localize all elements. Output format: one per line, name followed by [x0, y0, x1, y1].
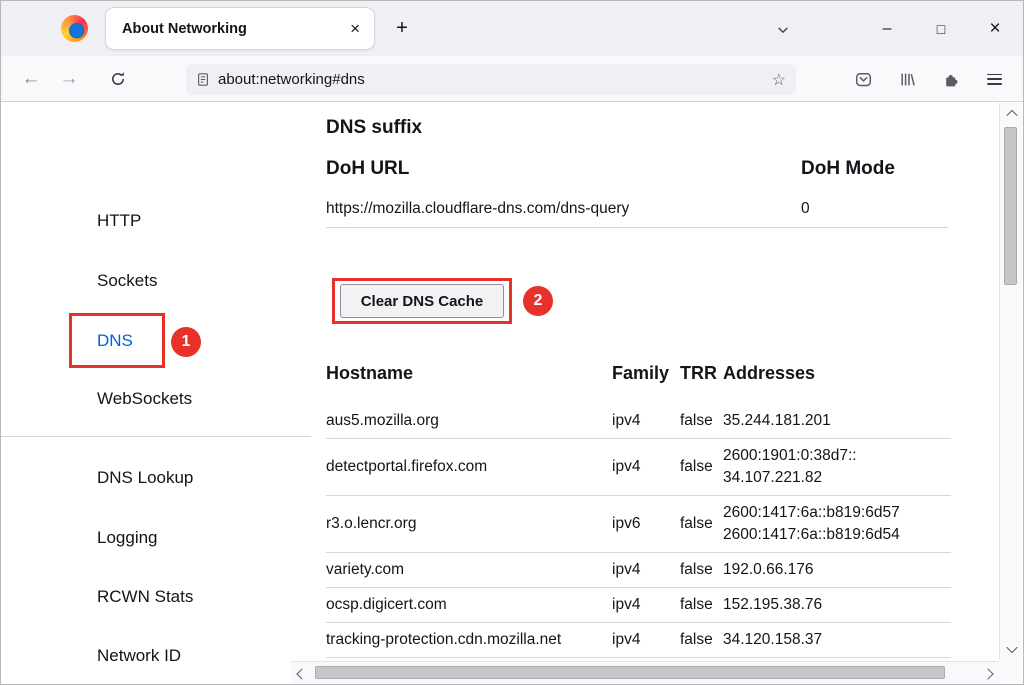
new-tab-button[interactable]: + — [387, 13, 417, 43]
tab-list-chevron-icon[interactable] — [771, 18, 795, 42]
horizontal-scrollbar[interactable] — [291, 661, 999, 685]
menu-icon[interactable] — [982, 67, 1006, 91]
cell-addresses: 2600:1901:0:38d7:: 34.107.221.82 — [723, 439, 951, 496]
cell-family: ipv4 — [612, 439, 680, 496]
reload-icon[interactable] — [102, 56, 134, 101]
cell-family: ipv4 — [612, 404, 680, 439]
table-row: aus5.mozilla.org ipv4 false 35.244.181.2… — [326, 404, 951, 439]
vertical-scrollbar-thumb[interactable] — [1004, 127, 1017, 285]
cell-family: ipv4 — [612, 588, 680, 623]
cell-family: ipv4 — [612, 553, 680, 588]
horizontal-scrollbar-thumb[interactable] — [315, 666, 945, 679]
url-bar[interactable]: about:networking#dns ☆ — [186, 64, 796, 95]
table-row: r3.o.lencr.org ipv6 false 2600:1417:6a::… — [326, 496, 951, 553]
window-minimize-button[interactable]: – — [863, 1, 911, 56]
doh-url-label: DoH URL — [326, 158, 409, 180]
pocket-icon[interactable] — [851, 67, 875, 91]
header-hostname: Hostname — [326, 363, 612, 404]
sidebar-item-sockets[interactable]: Sockets — [97, 267, 157, 295]
cell-addresses: 192.0.66.176 — [723, 553, 951, 588]
table-row: variety.com ipv4 false 192.0.66.176 — [326, 553, 951, 588]
table-row: tracking-protection.cdn.mozilla.net ipv4… — [326, 623, 951, 658]
scroll-down-icon[interactable] — [1000, 638, 1023, 660]
firefox-icon[interactable] — [61, 15, 88, 42]
navigation-bar: ← → about:networking#dns ☆ — [1, 56, 1023, 102]
window-maximize-button[interactable]: □ — [917, 1, 965, 56]
sidebar-item-http[interactable]: HTTP — [97, 207, 141, 235]
table-header-row: Hostname Family TRR Addresses — [326, 363, 951, 404]
annotation-box-dns — [69, 313, 165, 368]
cell-trr: false — [680, 553, 723, 588]
annotation-box-clear-button — [332, 278, 512, 324]
doh-url-value: https://mozilla.cloudflare-dns.com/dns-q… — [326, 200, 629, 218]
tab-title: About Networking — [122, 21, 348, 37]
cell-hostname: detectportal.firefox.com — [326, 439, 612, 496]
sidebar-item-websockets[interactable]: WebSockets — [97, 385, 192, 413]
sidebar-divider — [1, 436, 311, 437]
cell-trr: false — [680, 496, 723, 553]
forward-icon[interactable]: → — [53, 56, 85, 101]
cell-addresses: 35.244.181.201 — [723, 404, 951, 439]
dns-cache-table: Hostname Family TRR Addresses aus5.mozil… — [326, 363, 951, 658]
sidebar-item-rcwn-stats[interactable]: RCWN Stats — [97, 583, 193, 611]
tab-about-networking[interactable]: About Networking × — [106, 8, 374, 49]
header-addresses: Addresses — [723, 363, 951, 404]
cell-trr: false — [680, 439, 723, 496]
cell-addresses: 2600:1417:6a::b819:6d57 2600:1417:6a::b8… — [723, 496, 951, 553]
sidebar-item-network-id[interactable]: Network ID — [97, 642, 181, 670]
cell-family: ipv6 — [612, 496, 680, 553]
sidebar-item-dns-lookup[interactable]: DNS Lookup — [97, 464, 193, 492]
scroll-up-icon[interactable] — [1000, 103, 1023, 125]
cell-addresses: 152.195.38.76 — [723, 588, 951, 623]
extensions-icon[interactable] — [939, 67, 963, 91]
header-trr: TRR — [680, 363, 723, 404]
cell-trr: false — [680, 588, 723, 623]
cell-hostname: ocsp.digicert.com — [326, 588, 612, 623]
annotation-badge-2: 2 — [523, 286, 553, 316]
cell-hostname: aus5.mozilla.org — [326, 404, 612, 439]
sidebar-item-logging[interactable]: Logging — [97, 524, 158, 552]
bookmark-star-icon[interactable]: ☆ — [772, 70, 786, 90]
url-input[interactable]: about:networking#dns — [218, 71, 764, 88]
scrollbar-corner — [999, 660, 1022, 683]
table-row: ocsp.digicert.com ipv4 false 152.195.38.… — [326, 588, 951, 623]
cell-hostname: variety.com — [326, 553, 612, 588]
annotation-badge-1: 1 — [171, 327, 201, 357]
vertical-scrollbar[interactable] — [999, 103, 1022, 660]
browser-window: About Networking × + – □ × ← → about:net… — [0, 0, 1024, 685]
window-close-button[interactable]: × — [971, 1, 1019, 56]
doh-mode-label: DoH Mode — [801, 158, 895, 180]
header-family: Family — [612, 363, 680, 404]
doh-mode-value: 0 — [801, 200, 810, 218]
scroll-left-icon[interactable] — [291, 662, 313, 685]
tab-bar: About Networking × + – □ × — [1, 1, 1023, 56]
back-icon[interactable]: ← — [15, 56, 47, 101]
dns-suffix-heading: DNS suffix — [326, 117, 422, 139]
cell-hostname: tracking-protection.cdn.mozilla.net — [326, 623, 612, 658]
doh-row-divider — [326, 227, 948, 228]
scroll-right-icon[interactable] — [977, 662, 999, 685]
table-row: detectportal.firefox.com ipv4 false 2600… — [326, 439, 951, 496]
cell-trr: false — [680, 404, 723, 439]
cell-addresses: 34.120.158.37 — [723, 623, 951, 658]
page-content: HTTP Sockets DNS WebSockets DNS Lookup L… — [1, 103, 1023, 684]
cell-family: ipv4 — [612, 623, 680, 658]
cell-hostname: r3.o.lencr.org — [326, 496, 612, 553]
page-icon — [196, 72, 210, 87]
cell-trr: false — [680, 623, 723, 658]
tab-close-icon[interactable]: × — [348, 19, 362, 39]
library-icon[interactable] — [895, 67, 919, 91]
